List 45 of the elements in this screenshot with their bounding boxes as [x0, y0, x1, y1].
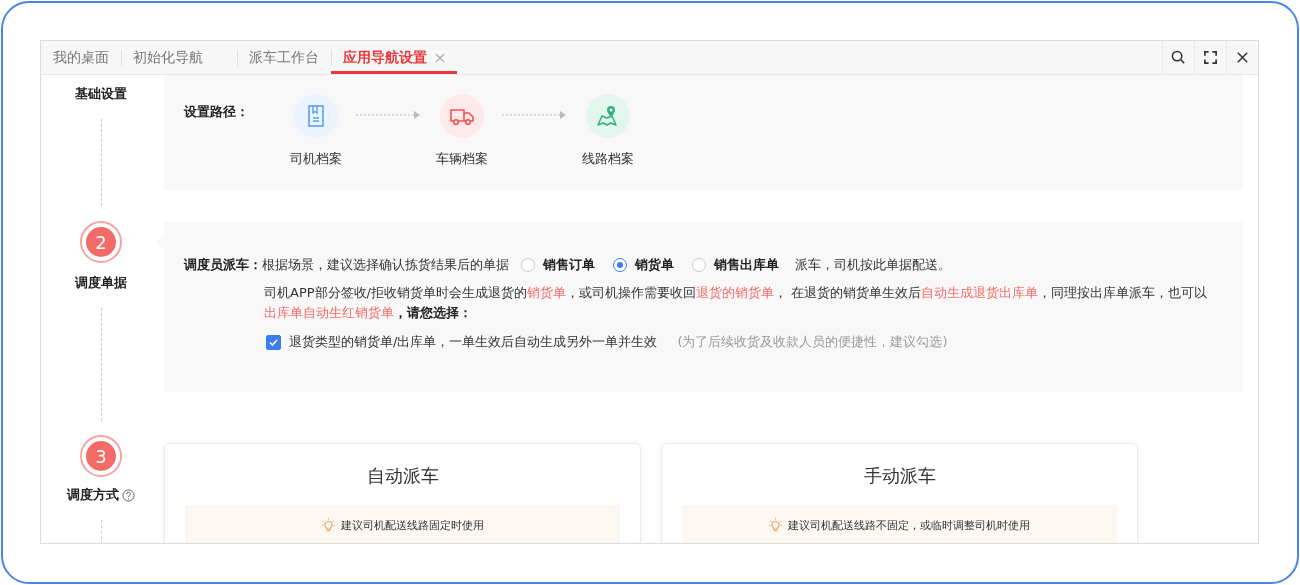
path-step-label[interactable]: 车辆档案 [436, 150, 488, 168]
hint-text: (为了后续收货及收款人员的便捷性，建议勾选) [677, 333, 948, 351]
icon-circle[interactable] [440, 94, 484, 138]
tab[interactable]: 初始化导航 [121, 41, 237, 74]
icon-circle[interactable] [294, 94, 338, 138]
radio-icon[interactable] [521, 258, 535, 272]
close-icon[interactable] [1235, 50, 1250, 65]
checkbox-label: 退货类型的销货单/出库单，一单生效后自动生成另外一单并生效 [289, 333, 658, 351]
search-icon[interactable] [1171, 50, 1186, 65]
radio-label: 销售订单 [543, 256, 595, 274]
radio-icon[interactable] [692, 258, 706, 272]
radio-option[interactable]: 销货单 [613, 256, 674, 274]
description-text: 派车，司机按此单据配送。 [795, 256, 951, 274]
help-icon[interactable] [122, 488, 135, 502]
card-title: 自动派车 [365, 464, 440, 488]
note-paragraph: 司机APP部分签收/拒收销货单时会生成退货的销货单，或司机操作需要收回退货的销货单， 在退货的销货单生效后自动生成退货出库单，同理按出库单派车，也可以 出库单自动生红销货单，请您选择： [264, 284, 1209, 322]
card-title: 手动派车 [862, 464, 937, 488]
tip-text: 建议司机配送线路固定时使用 [340, 517, 484, 533]
radio-label: 销售出库单 [714, 256, 779, 274]
step-title: 调度单据 [75, 274, 127, 292]
arrow-icon [356, 110, 422, 120]
icon-circle[interactable] [586, 94, 630, 138]
fullscreen-icon[interactable] [1203, 50, 1218, 65]
tab[interactable]: 派车工作台 [237, 41, 331, 74]
step-title: 基础设置 [75, 85, 127, 103]
step-number-badge: 2 [80, 221, 122, 263]
lightbulb-icon [769, 517, 782, 533]
step-title: 调度方式 [67, 486, 119, 504]
step-number-badge: 3 [80, 435, 122, 477]
mode-card[interactable]: 自动派车 建议司机配送线路固定时使用 [164, 443, 641, 543]
arrow-icon [502, 110, 568, 120]
tab[interactable]: 我的桌面 [41, 41, 121, 74]
description-text: 根据场景，建议选择确认拣货结果后的单据 [262, 256, 509, 274]
path-label: 设置路径： [184, 103, 250, 121]
radio-icon[interactable] [613, 258, 627, 272]
path-step-label[interactable]: 司机档案 [290, 150, 342, 168]
lightbulb-icon [321, 517, 335, 533]
radio-label: 销货单 [635, 256, 674, 274]
mode-card[interactable]: 手动派车 建议司机配送线路不固定，或临时调整司机时使用 [661, 443, 1138, 543]
tip-text: 建议司机配送线路不固定，或临时调整司机时使用 [788, 517, 1030, 533]
path-step-label[interactable]: 线路档案 [582, 150, 634, 168]
field-label: 调度员派车： [184, 256, 262, 274]
radio-option[interactable]: 销售出库单 [692, 256, 779, 274]
checkbox[interactable] [266, 334, 281, 350]
radio-option[interactable]: 销售订单 [521, 256, 595, 274]
